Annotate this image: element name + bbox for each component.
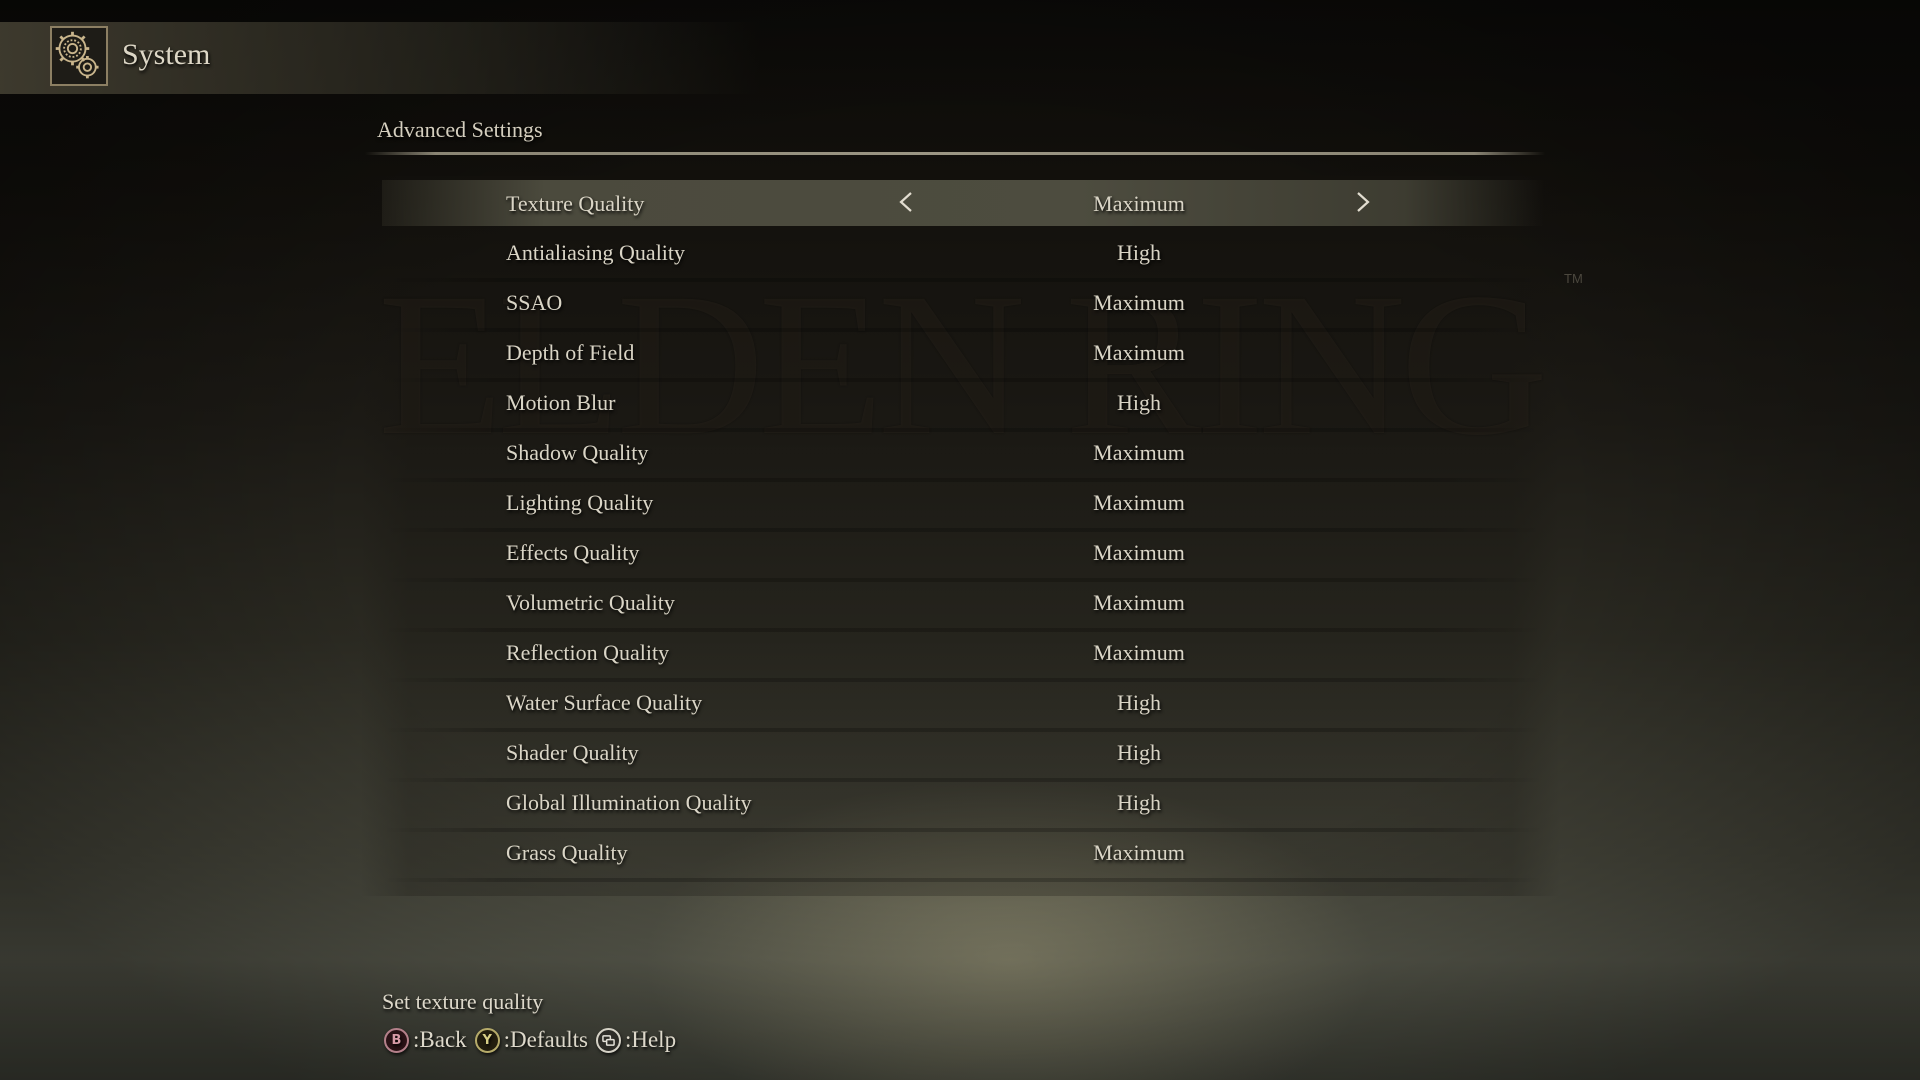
help-hint[interactable]: :Help [595,1027,677,1053]
section-title: Advanced Settings [377,117,543,142]
setting-value: Maximum [1093,490,1185,515]
trademark-mark: TM [1564,271,1583,286]
section-divider [365,152,1545,155]
settings-list: Texture Quality Maximum Antialiasing Quali… [382,180,1544,882]
setting-label: Effects Quality [506,540,640,565]
setting-value: Maximum [1093,540,1185,565]
setting-row[interactable]: Shadow Quality Maximum [382,430,1544,482]
setting-row[interactable]: Water Surface Quality High [382,680,1544,732]
setting-label: Global Illumination Quality [506,790,752,815]
setting-label: Antialiasing Quality [506,240,686,265]
setting-value: Maximum [1093,590,1185,615]
setting-value: High [1117,240,1161,265]
setting-row[interactable]: Reflection Quality Maximum [382,630,1544,682]
setting-row[interactable]: Global Illumination Quality High [382,780,1544,832]
setting-value: Maximum [1093,340,1185,365]
setting-value: Maximum [1093,440,1185,465]
setting-value: Maximum [1093,640,1185,665]
setting-row[interactable]: Antialiasing Quality High [382,230,1544,282]
back-label: :Back [413,1027,467,1052]
setting-label: Motion Blur [506,390,616,415]
chevron-right-icon[interactable] [1353,191,1373,213]
setting-value: Maximum [1093,840,1185,865]
setting-row[interactable]: Lighting Quality Maximum [382,480,1544,532]
button-hints: B :Back Y :Defaults :Help [384,1024,684,1056]
chevron-left-icon[interactable] [896,191,916,213]
setting-label: Texture Quality [506,191,645,216]
setting-label: Depth of Field [506,340,635,365]
setting-row[interactable]: Depth of Field Maximum [382,330,1544,382]
setting-value: High [1117,390,1161,415]
setting-row[interactable]: SSAO Maximum [382,280,1544,332]
menu-title: System [122,38,211,71]
setting-label: Shader Quality [506,740,639,765]
b-button-icon: B [384,1027,409,1053]
setting-value[interactable]: Maximum [1039,191,1239,217]
setting-row[interactable]: Motion Blur High [382,380,1544,432]
header-band [0,22,760,94]
help-label: :Help [624,1027,677,1052]
setting-label: Volumetric Quality [506,590,675,615]
setting-label: SSAO [506,290,563,315]
setting-row[interactable]: Texture Quality Maximum [382,180,1544,226]
defaults-label: :Defaults [503,1027,588,1052]
y-button-icon: Y [474,1027,500,1053]
setting-row[interactable]: Effects Quality Maximum [382,530,1544,582]
setting-label: Lighting Quality [506,490,654,515]
defaults-hint[interactable]: Y :Defaults [474,1027,588,1053]
setting-row[interactable]: Shader Quality High [382,730,1544,782]
setting-value: High [1117,790,1161,815]
setting-row[interactable]: Volumetric Quality Maximum [382,580,1544,632]
view-button-icon [595,1027,621,1053]
setting-label: Water Surface Quality [506,690,703,715]
setting-value: High [1117,740,1161,765]
back-hint[interactable]: B :Back [384,1027,467,1053]
setting-row[interactable]: Grass Quality Maximum [382,830,1544,882]
setting-label: Grass Quality [506,840,628,865]
setting-label: Reflection Quality [506,640,670,665]
gears-icon [50,26,108,86]
setting-value: High [1117,690,1161,715]
setting-value: Maximum [1093,290,1185,315]
setting-description: Set texture quality [382,989,544,1014]
setting-label: Shadow Quality [506,440,649,465]
